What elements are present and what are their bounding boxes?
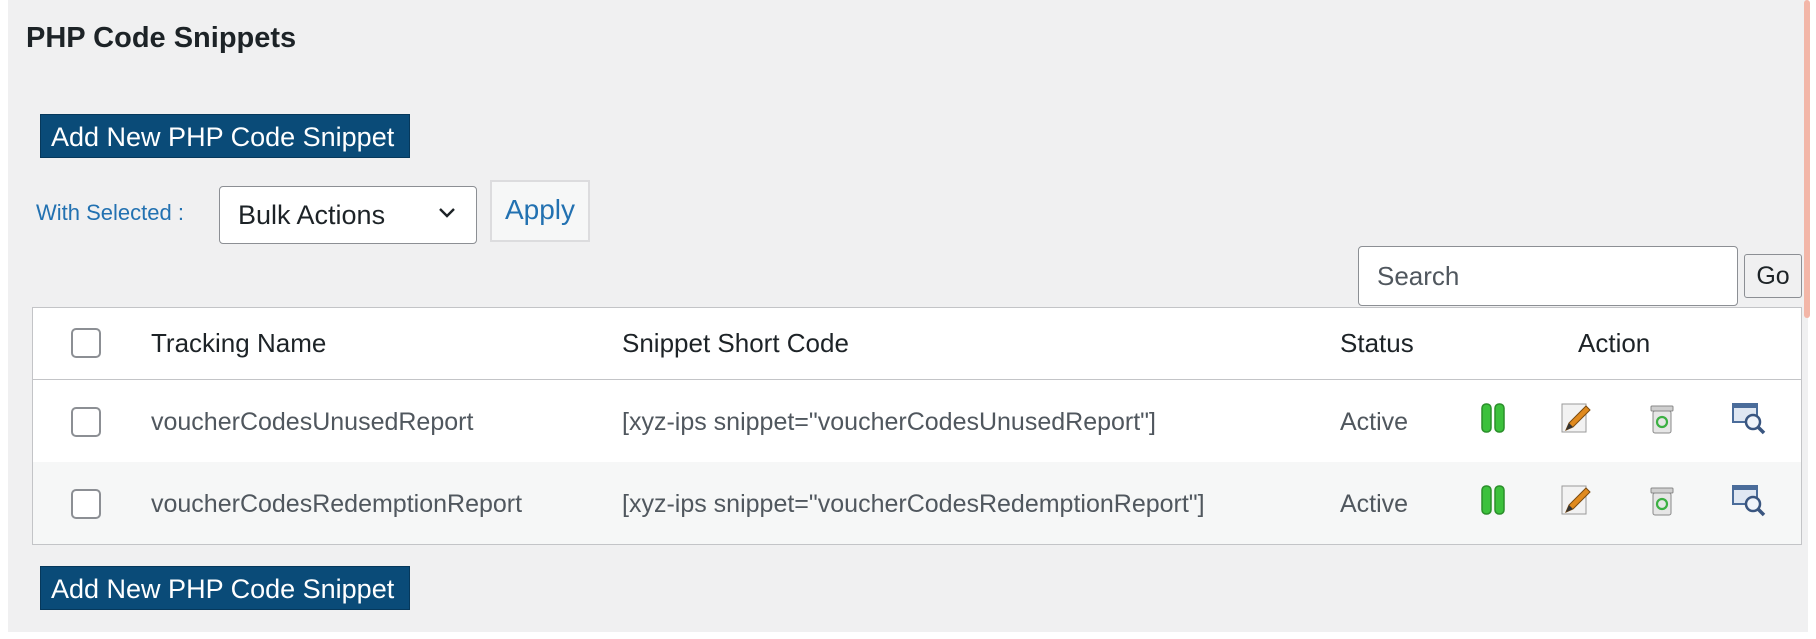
select-all-checkbox[interactable] [71, 328, 101, 358]
chevron-down-icon [439, 208, 455, 218]
edit-icon[interactable] [1556, 398, 1596, 438]
bulk-actions-value: Bulk Actions [238, 200, 386, 230]
pause-icon[interactable] [1473, 398, 1513, 438]
apply-button[interactable]: Apply [490, 180, 590, 242]
preview-icon[interactable] [1729, 480, 1769, 520]
preview-icon[interactable] [1729, 398, 1769, 438]
scrollbar[interactable] [1804, 0, 1810, 318]
row-checkbox[interactable] [71, 489, 101, 519]
bulk-actions-select[interactable]: Bulk Actions [219, 186, 477, 244]
search-input[interactable]: Search [1358, 246, 1738, 306]
short-code-cell: [xyz-ips snippet="voucherCodesRedemption… [622, 490, 1205, 518]
short-code-cell: [xyz-ips snippet="voucherCodesUnusedRepo… [622, 408, 1156, 436]
with-selected-label: With Selected : [36, 200, 184, 225]
edit-icon[interactable] [1556, 480, 1596, 520]
header-tracking-name[interactable]: Tracking Name [151, 328, 326, 359]
status-cell: Active [1340, 490, 1409, 518]
trash-icon[interactable] [1642, 398, 1682, 438]
trash-icon[interactable] [1642, 480, 1682, 520]
header-status: Status [1340, 328, 1414, 358]
header-snippet-short-code: Snippet Short Code [622, 328, 849, 358]
snippets-table: Tracking Name Snippet Short Code Status … [32, 307, 1802, 545]
tracking-name-cell: voucherCodesRedemptionReport [151, 490, 523, 518]
header-action: Action [1578, 328, 1651, 358]
table-row: voucherCodesRedemptionReport [xyz-ips sn… [33, 462, 1801, 544]
table-header: Tracking Name Snippet Short Code Status … [33, 308, 1801, 380]
tracking-name-cell: voucherCodesUnusedReport [151, 408, 474, 436]
row-checkbox[interactable] [71, 407, 101, 437]
page-title: PHP Code Snippets [26, 22, 297, 54]
pause-icon[interactable] [1473, 480, 1513, 520]
go-button[interactable]: Go [1744, 254, 1802, 298]
table-row: voucherCodesUnusedReport [xyz-ips snippe… [33, 380, 1801, 462]
status-cell: Active [1340, 408, 1409, 436]
add-new-snippet-button-top[interactable]: Add New PHP Code Snippet [40, 114, 410, 158]
add-new-snippet-button-bottom[interactable]: Add New PHP Code Snippet [40, 566, 410, 610]
